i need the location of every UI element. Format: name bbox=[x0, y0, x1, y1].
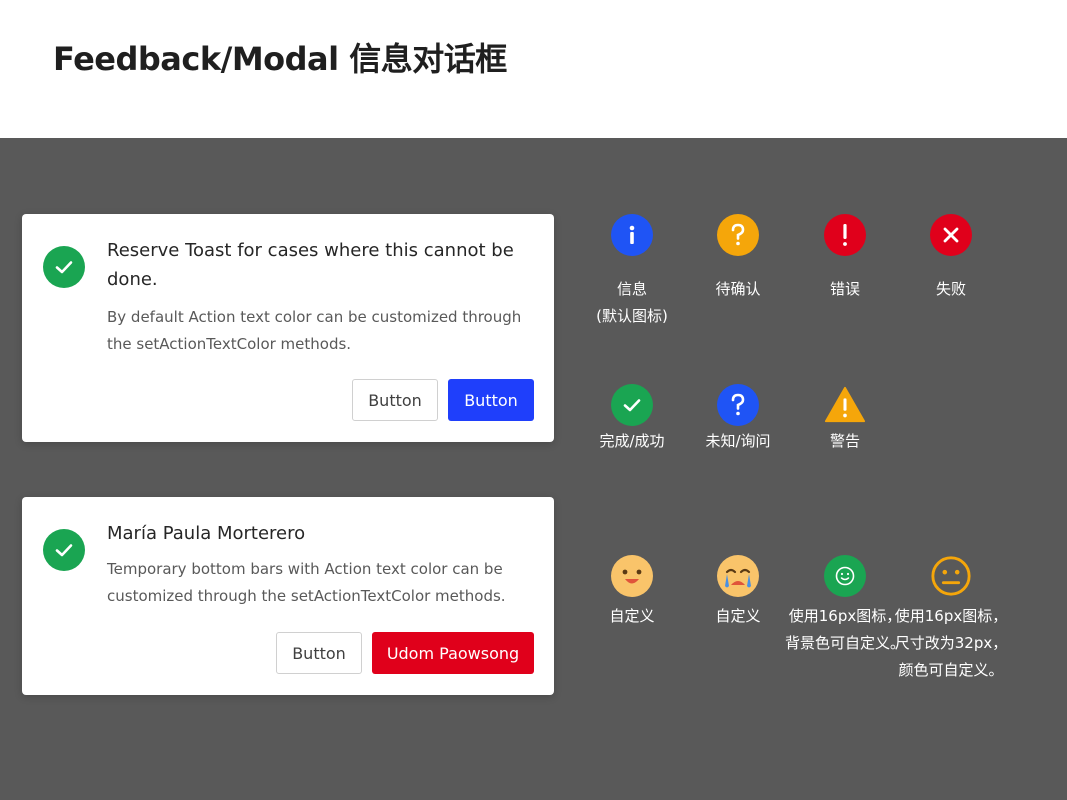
check-icon bbox=[43, 529, 85, 571]
check-icon bbox=[43, 246, 85, 288]
modal-title: Reserve Toast for cases where this canno… bbox=[107, 240, 514, 290]
neutral-face-icon bbox=[930, 555, 972, 597]
danger-button[interactable]: Udom Paowsong bbox=[372, 632, 534, 674]
icon-label: 失败 bbox=[935, 280, 966, 298]
crying-face-icon bbox=[717, 555, 759, 597]
close-icon bbox=[930, 214, 972, 256]
modal-title: María Paula Morterero bbox=[107, 523, 306, 544]
question-icon bbox=[717, 384, 759, 426]
smile-icon bbox=[824, 555, 866, 597]
modal-card-2: María Paula Morterero Temporary bottom b… bbox=[22, 497, 554, 695]
icon-label: 警告 bbox=[829, 432, 860, 450]
page-title: Feedback/Modal 信息对话框 bbox=[53, 40, 507, 78]
happy-face-icon bbox=[611, 555, 653, 597]
modal-card-1: Reserve Toast for cases where this canno… bbox=[22, 214, 554, 442]
warning-icon bbox=[824, 384, 866, 426]
modal-body-text: Temporary bottom bars with Action text c… bbox=[107, 560, 506, 605]
secondary-button[interactable]: Button bbox=[352, 379, 438, 421]
secondary-button[interactable]: Button bbox=[276, 632, 362, 674]
question-icon bbox=[717, 214, 759, 256]
exclamation-icon bbox=[824, 214, 866, 256]
check-icon bbox=[611, 384, 653, 426]
header: Feedback/Modal 信息对话框 bbox=[0, 0, 1067, 138]
primary-button[interactable]: Button bbox=[448, 379, 534, 421]
icon-label: 使用16px图标， 尺寸改为32px， 颜色可自定义。 bbox=[894, 607, 1008, 679]
info-icon bbox=[611, 214, 653, 256]
modal-body-text: By default Action text color can be cust… bbox=[107, 308, 522, 353]
